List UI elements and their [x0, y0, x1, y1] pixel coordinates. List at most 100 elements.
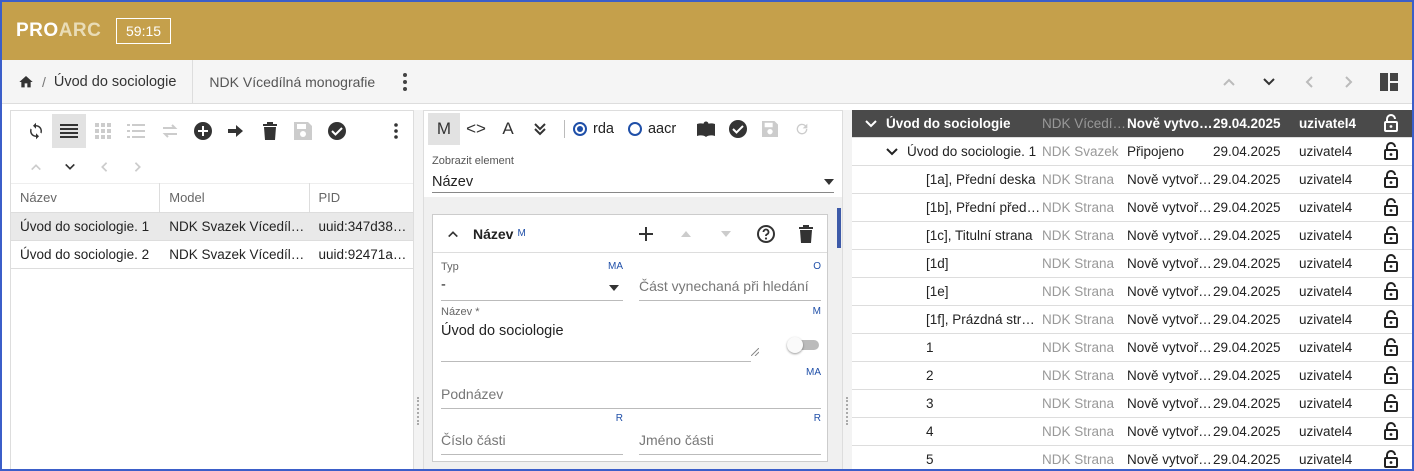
splitter-left[interactable] [414, 110, 423, 469]
lock-open-icon[interactable] [1382, 114, 1400, 132]
tree-item-label: 2 [926, 368, 934, 383]
table-row[interactable]: Úvod do sociologie. 1 NDK Svazek Vícedíl… [11, 213, 413, 241]
column-header-model[interactable]: Model [160, 183, 310, 213]
tree-row[interactable]: [1e] NDK Strana Nově vytvořený 29.04.2025 uz… [852, 278, 1412, 306]
more-vert-icon[interactable] [380, 114, 413, 148]
tree-row[interactable]: 3 NDK Strana Nově vytvořený 29.04.2025 uziva… [852, 390, 1412, 418]
delete-icon[interactable] [793, 221, 819, 247]
tree-date-cell: 29.04.2025 [1213, 340, 1281, 355]
resize-handle-icon[interactable] [751, 348, 759, 356]
chevron-left-icon[interactable] [87, 153, 121, 181]
breadcrumb-separator: / [42, 73, 46, 90]
lock-open-icon[interactable] [1382, 338, 1400, 356]
tree-row[interactable]: [1b], Přední předsádkaNDK Strana Nově vyt… [852, 194, 1412, 222]
move-up-icon[interactable] [673, 221, 699, 247]
lock-open-icon[interactable] [1382, 282, 1400, 300]
radio-rda[interactable]: rda [573, 121, 614, 137]
lock-open-icon[interactable] [1382, 142, 1400, 160]
grid-view-icon[interactable] [86, 114, 119, 148]
tree-name-cell: Úvod do sociologie. 1 [852, 144, 1041, 159]
chevron-up-icon[interactable] [1220, 73, 1238, 91]
delete-icon[interactable] [253, 114, 286, 148]
chevron-down-icon[interactable] [885, 145, 899, 159]
save-icon[interactable] [287, 114, 320, 148]
tab-mods-editor[interactable]: M [428, 113, 460, 145]
breadcrumb-current: Úvod do sociologie [53, 73, 177, 90]
list-view-icon[interactable] [52, 114, 86, 148]
lock-open-icon[interactable] [1382, 422, 1400, 440]
tree-row[interactable]: [1d] NDK Strana Nově vytvořený 29.04.2025 uz… [852, 250, 1412, 278]
tree-row[interactable]: 5 NDK Strana Nově vytvořený 29.04.2025 uziva… [852, 446, 1412, 469]
tree-row[interactable]: 4 NDK Strana Nově vytvořený 29.04.2025 uziva… [852, 418, 1412, 446]
chevron-down-icon[interactable] [1260, 73, 1278, 91]
tree-row[interactable]: Úvod do sociologie NDK Vícedílná monograf… [852, 110, 1412, 138]
lock-open-icon[interactable] [1382, 394, 1400, 412]
lock-open-icon[interactable] [1382, 254, 1400, 272]
more-vert-icon[interactable] [403, 72, 408, 91]
tree-item-label: [1a], Přední deska [926, 172, 1036, 187]
chevron-up-icon[interactable] [19, 153, 53, 181]
scrollbar-thumb[interactable] [837, 208, 841, 248]
tree-row[interactable]: 2 NDK Strana Nově vytvořený 29.04.2025 uziva… [852, 362, 1412, 390]
part-number-hint: R [615, 413, 623, 424]
refresh-icon[interactable] [786, 113, 818, 145]
save-icon[interactable] [754, 113, 786, 145]
lock-open-icon[interactable] [1382, 450, 1400, 468]
chevron-down-icon[interactable] [53, 153, 87, 181]
cell-model: NDK Svazek Vícedílné monografie [169, 246, 309, 262]
lock-open-icon[interactable] [1382, 198, 1400, 216]
swap-icon[interactable] [153, 114, 186, 148]
chevron-up-icon[interactable] [447, 226, 459, 242]
tab-xml-source[interactable]: <> [460, 113, 492, 145]
tree-row[interactable]: Úvod do sociologie. 1 NDK Svazek Připojeno… [852, 138, 1412, 166]
chevron-left-icon[interactable] [1300, 73, 1318, 91]
chevron-right-icon[interactable] [121, 153, 155, 181]
chevron-down-icon[interactable] [864, 117, 878, 131]
tree-status-cell: Nově vytvořený [1127, 284, 1213, 299]
expand-all-icon[interactable] [524, 113, 556, 145]
tree-date-cell: 29.04.2025 [1213, 284, 1281, 299]
splitter-right[interactable] [843, 110, 852, 469]
move-down-icon[interactable] [713, 221, 739, 247]
chevron-right-icon[interactable] [1340, 73, 1358, 91]
lock-open-icon[interactable] [1382, 366, 1400, 384]
element-selector[interactable]: Zobrazit element Název [424, 147, 842, 197]
part-omit-field[interactable]: O Část vynechaná při hledání [639, 261, 821, 301]
help-icon[interactable] [753, 221, 779, 247]
part-name-field[interactable]: R Jméno části [639, 413, 821, 455]
numbered-list-icon[interactable] [119, 114, 152, 148]
tree-row[interactable]: [1a], Přední deska NDK Strana Nově vytvoře… [852, 166, 1412, 194]
title-field[interactable]: Název * M Úvod do sociologie [441, 306, 821, 362]
lock-open-icon[interactable] [1382, 226, 1400, 244]
layout-icon[interactable] [1380, 72, 1398, 91]
part-number-field[interactable]: R Číslo části [441, 413, 623, 455]
lock-open-icon[interactable] [1382, 310, 1400, 328]
book-icon[interactable] [690, 113, 722, 145]
session-timer[interactable]: 59:15 [116, 18, 172, 44]
home-icon[interactable] [18, 74, 34, 90]
radio-aacr[interactable]: aacr [627, 121, 676, 137]
cell-model: NDK Svazek Vícedílné monografie [169, 218, 309, 234]
add-circle-icon[interactable] [186, 114, 219, 148]
check-circle-icon[interactable] [722, 113, 754, 145]
logo[interactable]: PROARC [16, 20, 116, 42]
lock-open-icon[interactable] [1382, 170, 1400, 188]
type-select[interactable]: Typ MA - [441, 261, 623, 301]
tab-ocr-text[interactable]: A [492, 113, 524, 145]
column-header-name[interactable]: Název [11, 183, 161, 213]
check-circle-icon[interactable] [320, 114, 353, 148]
element-selector-value[interactable]: Název [432, 171, 834, 193]
tree-row[interactable]: 1 NDK Strana Nově vytvořený 29.04.2025 uziva… [852, 334, 1412, 362]
toggle-switch[interactable] [787, 337, 819, 353]
tree-date-cell: 29.04.2025 [1213, 368, 1281, 383]
add-icon[interactable] [633, 221, 659, 247]
tree-row[interactable]: [1f], Prázdná strana NDK Strana Nově vytvo… [852, 306, 1412, 334]
subtitle-field[interactable]: MA Podnázev [441, 367, 821, 409]
arrow-forward-icon[interactable] [220, 114, 253, 148]
tree-status-cell: Nově vytvořený [1127, 396, 1213, 411]
table-row[interactable]: Úvod do sociologie. 2 NDK Svazek Vícedíl… [11, 241, 413, 269]
tree-row[interactable]: [1c], Titulní strana NDK Strana Nově vytvo… [852, 222, 1412, 250]
part-name-placeholder: Jméno části [639, 432, 714, 448]
column-header-pid[interactable]: PID [310, 183, 414, 213]
refresh-icon[interactable] [19, 114, 52, 148]
